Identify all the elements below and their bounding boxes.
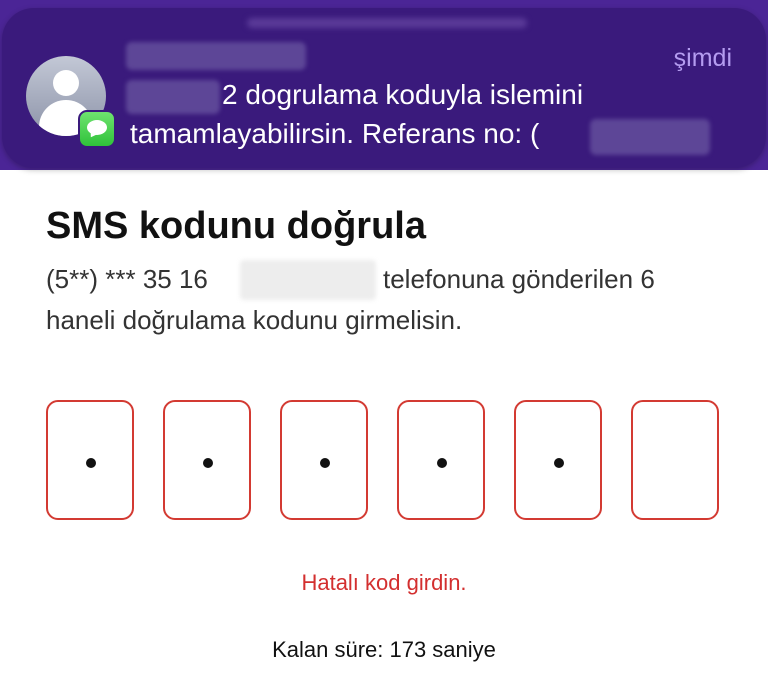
notification-blurred-header xyxy=(247,18,527,28)
description-text: telefonuna gönderilen 6 xyxy=(383,264,655,294)
redacted-sender xyxy=(126,42,306,70)
otp-digit-box-4[interactable] xyxy=(397,400,485,520)
redacted-message-start xyxy=(126,80,220,114)
countdown-timer: Kalan süre: 173 saniye xyxy=(272,637,496,662)
page-title: SMS kodunu doğrula xyxy=(46,205,426,247)
messages-app-icon xyxy=(78,110,116,148)
otp-digit-box-5[interactable] xyxy=(514,400,602,520)
error-message: Hatalı kod girdin. xyxy=(301,570,467,595)
otp-digit-box-2[interactable] xyxy=(163,400,251,520)
notification-text-line1: 2 dogrulama koduyla islemini xyxy=(222,79,584,110)
masked-digit-dot xyxy=(437,458,447,468)
sms-notification-banner[interactable]: şimdi 2 dogrulama koduyla islemini tamam… xyxy=(2,8,766,168)
masked-digit-dot xyxy=(320,458,330,468)
masked-phone-number: (5**) *** 35 16 xyxy=(46,264,208,294)
redacted-reference-number xyxy=(590,119,710,155)
masked-digit-dot xyxy=(86,458,96,468)
otp-digit-box-3[interactable] xyxy=(280,400,368,520)
otp-digit-box-1[interactable] xyxy=(46,400,134,520)
notification-text-line2: tamamlayabilirsin. Referans no: ( xyxy=(130,118,540,149)
notification-time: şimdi xyxy=(673,44,732,72)
masked-digit-dot xyxy=(554,458,564,468)
description-text-line2: haneli doğrulama kodunu girmelisin. xyxy=(46,305,463,335)
redacted-phone-digits xyxy=(240,260,376,300)
otp-digit-box-6[interactable] xyxy=(631,400,719,520)
masked-digit-dot xyxy=(203,458,213,468)
